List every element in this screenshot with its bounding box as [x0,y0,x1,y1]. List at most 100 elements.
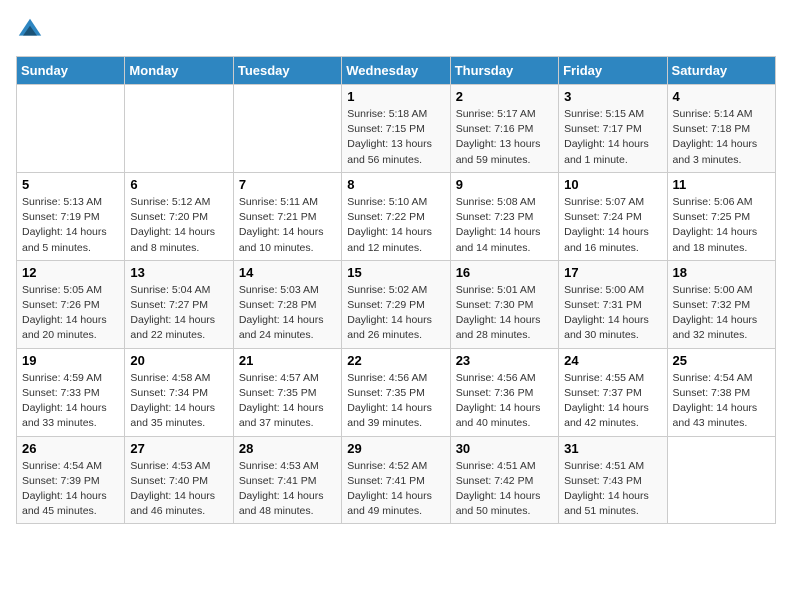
calendar-cell: 11 Sunrise: 5:06 AM Sunset: 7:25 PM Dayli… [667,172,775,260]
calendar-cell: 14Sunrise: 5:03 AM Sunset: 7:28 PM Dayli… [233,260,341,348]
day-info: Sunrise: 4:56 AM Sunset: 7:36 PM Dayligh… [456,371,553,432]
day-number: 14 [239,265,336,280]
calendar-cell: 22 Sunrise: 4:56 AM Sunset: 7:35 PM Dayli… [342,348,450,436]
day-info: Sunrise: 5:00 AM Sunset: 7:32 PM Dayligh… [673,283,770,344]
day-info: Sunrise: 4:58 AM Sunset: 7:34 PM Dayligh… [130,371,227,432]
calendar-cell [233,85,341,173]
day-info: Sunrise: 4:51 AM Sunset: 7:43 PM Dayligh… [564,459,661,520]
day-number: 20 [130,353,227,368]
day-number: 11 [673,177,770,192]
day-info: Sunrise: 5:07 AM Sunset: 7:24 PM Dayligh… [564,195,661,256]
calendar-cell: 28 Sunrise: 4:53 AM Sunset: 7:41 PM Dayli… [233,436,341,524]
calendar-cell [17,85,125,173]
day-number: 19 [22,353,119,368]
day-info: Sunrise: 4:52 AM Sunset: 7:41 PM Dayligh… [347,459,444,520]
day-number: 10 [564,177,661,192]
calendar-week-row: 12Sunrise: 5:05 AM Sunset: 7:26 PM Dayli… [17,260,776,348]
day-number: 4 [673,89,770,104]
day-number: 31 [564,441,661,456]
day-info: Sunrise: 5:04 AM Sunset: 7:27 PM Dayligh… [130,283,227,344]
calendar-cell: 10 Sunrise: 5:07 AM Sunset: 7:24 PM Dayli… [559,172,667,260]
day-number: 3 [564,89,661,104]
column-header-sunday: Sunday [17,57,125,85]
day-info: Sunrise: 5:02 AM Sunset: 7:29 PM Dayligh… [347,283,444,344]
day-info: Sunrise: 4:51 AM Sunset: 7:42 PM Dayligh… [456,459,553,520]
day-number: 6 [130,177,227,192]
day-info: Sunrise: 5:01 AM Sunset: 7:30 PM Dayligh… [456,283,553,344]
day-number: 13 [130,265,227,280]
column-header-monday: Monday [125,57,233,85]
day-number: 2 [456,89,553,104]
day-number: 15 [347,265,444,280]
day-number: 16 [456,265,553,280]
calendar-cell: 12Sunrise: 5:05 AM Sunset: 7:26 PM Dayli… [17,260,125,348]
day-number: 1 [347,89,444,104]
calendar-cell: 1 Sunrise: 5:18 AM Sunset: 7:15 PM Daylig… [342,85,450,173]
logo-icon [16,16,44,44]
day-info: Sunrise: 5:11 AM Sunset: 7:21 PM Dayligh… [239,195,336,256]
day-number: 8 [347,177,444,192]
calendar-cell: 31 Sunrise: 4:51 AM Sunset: 7:43 PM Dayli… [559,436,667,524]
column-header-tuesday: Tuesday [233,57,341,85]
day-number: 12 [22,265,119,280]
day-number: 17 [564,265,661,280]
calendar-cell: 18 Sunrise: 5:00 AM Sunset: 7:32 PM Dayli… [667,260,775,348]
column-header-wednesday: Wednesday [342,57,450,85]
calendar-cell: 6 Sunrise: 5:12 AM Sunset: 7:20 PM Daylig… [125,172,233,260]
day-info: Sunrise: 5:17 AM Sunset: 7:16 PM Dayligh… [456,107,553,168]
day-number: 22 [347,353,444,368]
calendar-cell: 2 Sunrise: 5:17 AM Sunset: 7:16 PM Daylig… [450,85,558,173]
day-info: Sunrise: 4:53 AM Sunset: 7:40 PM Dayligh… [130,459,227,520]
calendar-cell: 20 Sunrise: 4:58 AM Sunset: 7:34 PM Dayli… [125,348,233,436]
calendar-cell: 16 Sunrise: 5:01 AM Sunset: 7:30 PM Dayli… [450,260,558,348]
day-number: 26 [22,441,119,456]
calendar-cell: 4 Sunrise: 5:14 AM Sunset: 7:18 PM Daylig… [667,85,775,173]
day-info: Sunrise: 5:13 AM Sunset: 7:19 PM Dayligh… [22,195,119,256]
calendar-cell: 17Sunrise: 5:00 AM Sunset: 7:31 PM Dayli… [559,260,667,348]
calendar-cell: 13 Sunrise: 5:04 AM Sunset: 7:27 PM Dayli… [125,260,233,348]
logo [16,16,48,44]
calendar-cell: 7Sunrise: 5:11 AM Sunset: 7:21 PM Daylig… [233,172,341,260]
day-number: 29 [347,441,444,456]
day-info: Sunrise: 4:56 AM Sunset: 7:35 PM Dayligh… [347,371,444,432]
days-header-row: SundayMondayTuesdayWednesdayThursdayFrid… [17,57,776,85]
day-number: 18 [673,265,770,280]
day-info: Sunrise: 4:54 AM Sunset: 7:39 PM Dayligh… [22,459,119,520]
calendar-cell: 3 Sunrise: 5:15 AM Sunset: 7:17 PM Daylig… [559,85,667,173]
calendar-week-row: 5 Sunrise: 5:13 AM Sunset: 7:19 PM Daylig… [17,172,776,260]
day-info: Sunrise: 5:12 AM Sunset: 7:20 PM Dayligh… [130,195,227,256]
calendar-week-row: 19 Sunrise: 4:59 AM Sunset: 7:33 PM Dayli… [17,348,776,436]
day-number: 30 [456,441,553,456]
day-info: Sunrise: 5:15 AM Sunset: 7:17 PM Dayligh… [564,107,661,168]
calendar-cell: 5 Sunrise: 5:13 AM Sunset: 7:19 PM Daylig… [17,172,125,260]
day-number: 21 [239,353,336,368]
calendar-cell: 19 Sunrise: 4:59 AM Sunset: 7:33 PM Dayli… [17,348,125,436]
day-info: Sunrise: 5:18 AM Sunset: 7:15 PM Dayligh… [347,107,444,168]
day-info: Sunrise: 4:55 AM Sunset: 7:37 PM Dayligh… [564,371,661,432]
calendar-cell: 27 Sunrise: 4:53 AM Sunset: 7:40 PM Dayli… [125,436,233,524]
day-number: 5 [22,177,119,192]
day-info: Sunrise: 4:59 AM Sunset: 7:33 PM Dayligh… [22,371,119,432]
calendar-week-row: 26 Sunrise: 4:54 AM Sunset: 7:39 PM Dayli… [17,436,776,524]
page-header [16,16,776,44]
day-info: Sunrise: 5:06 AM Sunset: 7:25 PM Dayligh… [673,195,770,256]
calendar-cell: 24 Sunrise: 4:55 AM Sunset: 7:37 PM Dayli… [559,348,667,436]
day-number: 25 [673,353,770,368]
column-header-thursday: Thursday [450,57,558,85]
day-info: Sunrise: 4:54 AM Sunset: 7:38 PM Dayligh… [673,371,770,432]
calendar-cell: 25 Sunrise: 4:54 AM Sunset: 7:38 PM Dayli… [667,348,775,436]
calendar-cell [125,85,233,173]
day-info: Sunrise: 5:08 AM Sunset: 7:23 PM Dayligh… [456,195,553,256]
day-number: 27 [130,441,227,456]
day-info: Sunrise: 5:14 AM Sunset: 7:18 PM Dayligh… [673,107,770,168]
calendar-cell [667,436,775,524]
day-number: 28 [239,441,336,456]
day-info: Sunrise: 4:53 AM Sunset: 7:41 PM Dayligh… [239,459,336,520]
calendar-week-row: 1 Sunrise: 5:18 AM Sunset: 7:15 PM Daylig… [17,85,776,173]
column-header-friday: Friday [559,57,667,85]
day-info: Sunrise: 5:10 AM Sunset: 7:22 PM Dayligh… [347,195,444,256]
calendar-cell: 15 Sunrise: 5:02 AM Sunset: 7:29 PM Dayli… [342,260,450,348]
day-info: Sunrise: 4:57 AM Sunset: 7:35 PM Dayligh… [239,371,336,432]
calendar-cell: 29 Sunrise: 4:52 AM Sunset: 7:41 PM Dayli… [342,436,450,524]
day-number: 24 [564,353,661,368]
